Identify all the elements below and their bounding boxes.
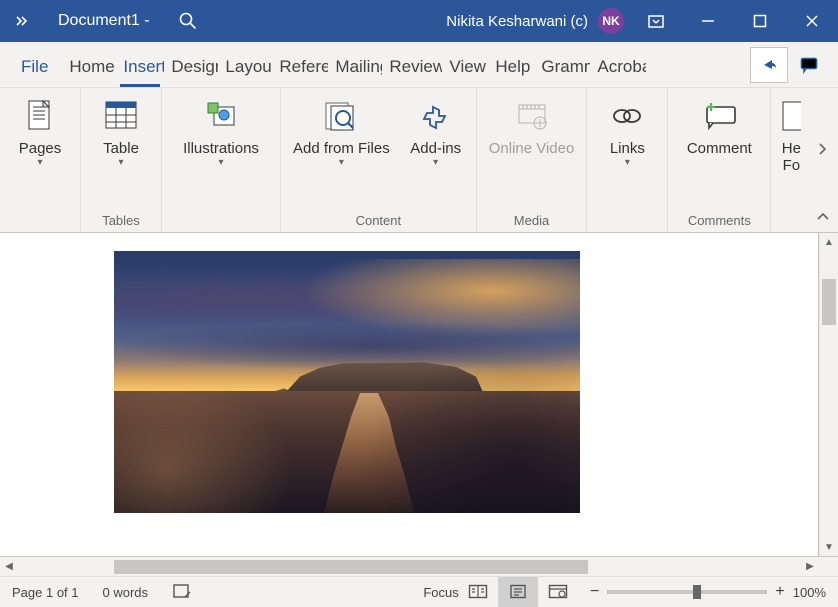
tab-help[interactable]: Help xyxy=(488,47,534,87)
chevron-down-icon: ▾ xyxy=(118,157,123,169)
document-title: Document1 - xyxy=(44,0,164,42)
chevron-double-right-icon xyxy=(14,13,30,29)
chevron-down-icon: ▾ xyxy=(218,157,223,169)
page-number[interactable]: Page 1 of 1 xyxy=(0,577,91,607)
chevron-up-icon xyxy=(816,210,830,224)
new-comment-icon xyxy=(701,98,737,134)
search-button[interactable] xyxy=(164,0,212,42)
header-footer-button[interactable]: HeFo xyxy=(774,94,804,184)
ribbon-display-icon xyxy=(647,12,665,30)
minimize-button[interactable] xyxy=(682,0,734,42)
group-label-tables: Tables xyxy=(102,210,140,232)
document-canvas[interactable] xyxy=(0,233,819,556)
ribbon-overflow-button[interactable] xyxy=(812,138,834,160)
group-label-media: Media xyxy=(514,210,549,232)
horizontal-scroll-thumb[interactable] xyxy=(114,560,588,574)
tab-references[interactable]: References xyxy=(272,47,328,87)
word-count[interactable]: 0 words xyxy=(91,577,161,607)
status-bar: Page 1 of 1 0 words Focus − + 100% xyxy=(0,576,838,607)
ribbon-tabs: File HomeInsertDesignLayoutReferencesMai… xyxy=(0,42,838,88)
share-icon xyxy=(760,56,778,74)
print-layout-icon xyxy=(509,584,527,600)
print-layout-button[interactable] xyxy=(498,577,538,607)
pages-icon xyxy=(22,98,58,134)
scroll-right-button[interactable]: ▶ xyxy=(801,561,819,572)
spellcheck-icon xyxy=(172,583,192,601)
zoom-slider[interactable] xyxy=(607,590,767,594)
vertical-scroll-thumb[interactable] xyxy=(822,279,836,325)
zoom-in-button[interactable]: + xyxy=(775,583,784,601)
tab-design[interactable]: Design xyxy=(164,47,218,87)
chevron-down-icon: ▾ xyxy=(433,157,438,169)
zoom-slider-thumb[interactable] xyxy=(693,585,701,599)
document-area: ▲ ▼ xyxy=(0,233,838,556)
tab-grammarly[interactable]: Grammarly xyxy=(534,47,590,87)
scroll-left-button[interactable]: ◀ xyxy=(0,561,18,572)
illustrations-icon xyxy=(203,98,239,134)
scroll-down-button[interactable]: ▼ xyxy=(820,538,838,556)
chevron-down-icon: ▾ xyxy=(37,157,42,169)
web-layout-button[interactable] xyxy=(538,577,578,607)
tab-acrobat[interactable]: Acrobat xyxy=(590,47,646,87)
read-mode-icon xyxy=(468,584,488,600)
title-bar: Document1 - Nikita Kesharwani (c) NK xyxy=(0,0,838,42)
close-icon xyxy=(805,14,819,28)
web-layout-icon xyxy=(548,584,568,600)
search-icon xyxy=(178,11,198,31)
close-button[interactable] xyxy=(786,0,838,42)
quick-access-overflow[interactable] xyxy=(0,0,44,42)
horizontal-scrollbar-row: ◀ ▶ xyxy=(0,556,838,576)
zoom-out-button[interactable]: − xyxy=(590,583,599,601)
header-footer-icon xyxy=(780,98,802,134)
group-label-content: Content xyxy=(356,210,402,232)
links-icon xyxy=(609,98,645,134)
group-label-comments: Comments xyxy=(688,210,751,232)
maximize-button[interactable] xyxy=(734,0,786,42)
maximize-icon xyxy=(753,14,767,28)
avatar[interactable]: NK xyxy=(598,8,624,34)
chevron-down-icon: ▾ xyxy=(339,157,344,169)
online-video-icon xyxy=(514,98,550,134)
comment-bubble-icon xyxy=(799,55,819,75)
pages-button[interactable]: Pages▾ xyxy=(4,94,76,184)
minimize-icon xyxy=(701,14,715,28)
share-button[interactable] xyxy=(750,47,788,83)
addins-button[interactable]: Add-ins▾ xyxy=(400,94,472,184)
tab-mailings[interactable]: Mailings xyxy=(328,47,382,87)
addins-icon xyxy=(418,98,454,134)
inserted-image[interactable] xyxy=(114,251,580,513)
tab-insert[interactable]: Insert xyxy=(116,47,164,87)
add-from-files-button[interactable]: Add from Files▾ xyxy=(285,94,398,184)
illustrations-button[interactable]: Illustrations▾ xyxy=(166,94,276,184)
spellcheck-button[interactable] xyxy=(160,577,204,607)
comments-pane-button[interactable] xyxy=(790,47,828,83)
read-mode-button[interactable] xyxy=(458,577,498,607)
tab-review[interactable]: Review xyxy=(382,47,442,87)
links-button[interactable]: Links▾ xyxy=(591,94,663,184)
add-from-files-icon xyxy=(323,98,359,134)
vertical-scrollbar[interactable]: ▲ ▼ xyxy=(819,233,838,556)
ribbon-display-options[interactable] xyxy=(630,0,682,42)
zoom-level[interactable]: 100% xyxy=(793,585,826,600)
online-video-button: Online Video xyxy=(481,94,583,184)
chevron-right-icon xyxy=(817,143,829,155)
scroll-up-button[interactable]: ▲ xyxy=(820,233,838,251)
tab-view[interactable]: View xyxy=(442,47,488,87)
tab-file[interactable]: File xyxy=(14,47,62,87)
comment-button[interactable]: Comment xyxy=(672,94,766,184)
chevron-down-icon: ▾ xyxy=(625,157,630,169)
user-name[interactable]: Nikita Kesharwani (c) xyxy=(446,13,588,30)
tab-home[interactable]: Home xyxy=(62,47,116,87)
collapse-ribbon-button[interactable] xyxy=(812,206,834,228)
table-icon xyxy=(103,98,139,134)
ribbon: Pages▾ . Table▾ Tables Illustrations▾ . xyxy=(0,88,838,233)
table-button[interactable]: Table▾ xyxy=(85,94,157,184)
tab-layout[interactable]: Layout xyxy=(218,47,272,87)
focus-mode-button[interactable]: Focus xyxy=(418,577,458,607)
horizontal-scrollbar[interactable]: ◀ ▶ xyxy=(0,557,819,576)
